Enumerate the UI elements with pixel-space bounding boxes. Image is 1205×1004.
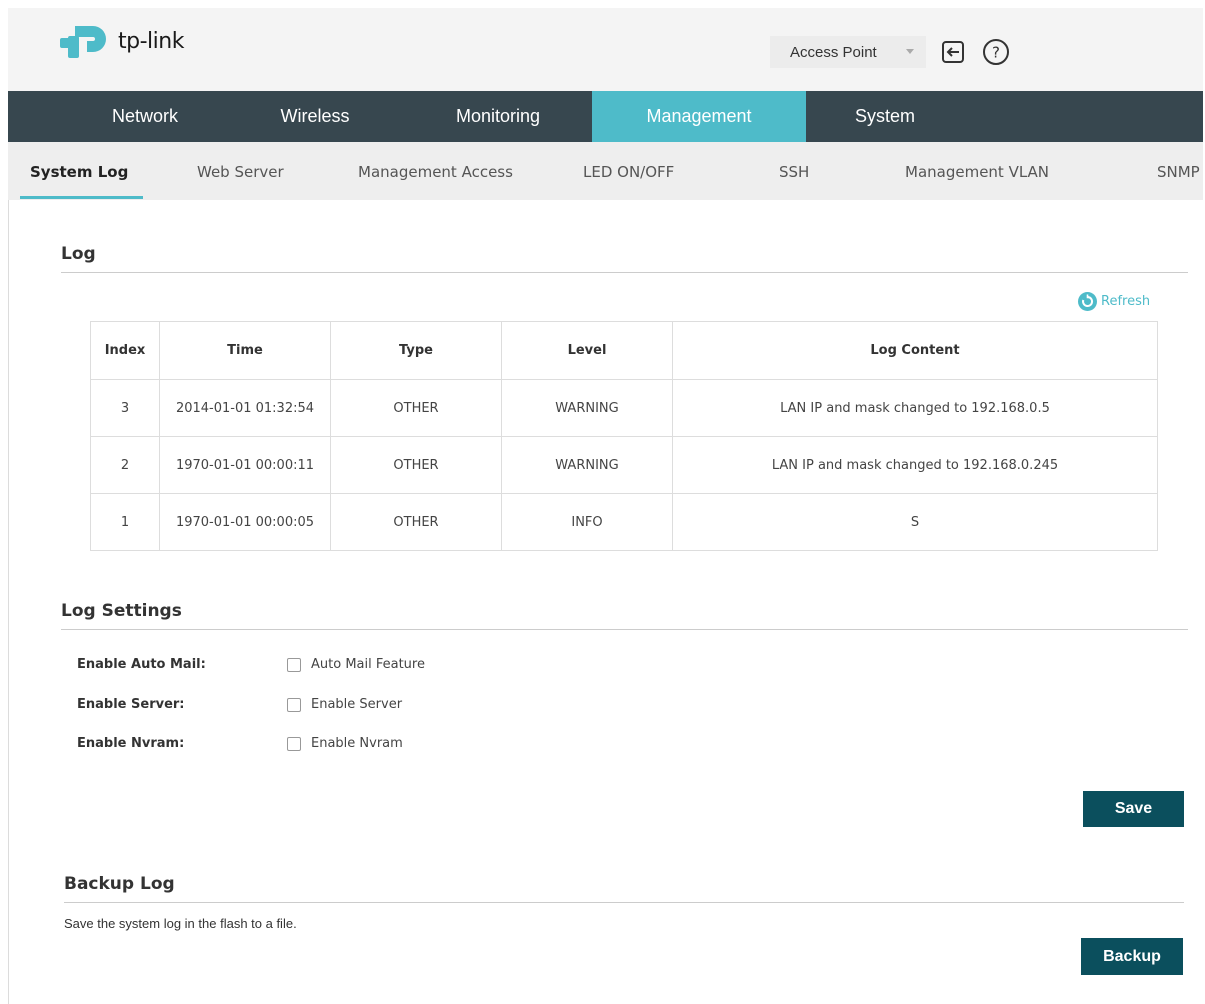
- cell-index: 2: [90, 436, 160, 494]
- enable-nvram-checkbox[interactable]: [287, 737, 301, 751]
- col-type[interactable]: Type: [330, 321, 502, 380]
- help-icon[interactable]: ?: [982, 38, 1010, 66]
- cell-log-content: LAN IP and mask changed to 192.168.0.5: [672, 379, 1158, 437]
- tab-wireless[interactable]: Wireless: [260, 91, 370, 142]
- cell-time: 2014-01-01 01:32:54: [159, 379, 331, 437]
- active-tab-indicator: [20, 196, 143, 199]
- tp-link-logo: tp-link: [60, 22, 184, 60]
- backup-log-divider: [64, 902, 1184, 903]
- col-level[interactable]: Level: [501, 321, 673, 380]
- chevron-down-icon: [906, 49, 914, 54]
- enable-nvram-label: Enable Nvram:: [77, 736, 185, 751]
- table-row: 1 1970-01-01 00:00:05 OTHER INFO S: [90, 493, 1158, 551]
- logout-icon[interactable]: [940, 39, 966, 65]
- refresh-icon: [1078, 292, 1097, 311]
- cell-index: 3: [90, 379, 160, 437]
- auto-mail-label: Enable Auto Mail:: [77, 657, 206, 672]
- col-time[interactable]: Time: [159, 321, 331, 380]
- tp-link-logo-icon: [60, 26, 106, 58]
- table-row: 2 1970-01-01 00:00:11 OTHER WARNING LAN …: [90, 436, 1158, 494]
- enable-server-label: Enable Server:: [77, 697, 185, 712]
- tab-management[interactable]: Management: [592, 91, 806, 142]
- cell-log-content: LAN IP and mask changed to 192.168.0.245: [672, 436, 1158, 494]
- tab-network[interactable]: Network: [90, 91, 200, 142]
- mode-select-value: Access Point: [790, 43, 877, 61]
- log-section-title: Log: [61, 244, 96, 264]
- log-section-divider: [61, 272, 1188, 273]
- refresh-label: Refresh: [1101, 294, 1151, 309]
- refresh-button[interactable]: Refresh: [1078, 292, 1150, 311]
- cell-level: WARNING: [501, 436, 673, 494]
- cell-type: OTHER: [330, 379, 502, 437]
- sub-nav: System Log Web Server Management Access …: [8, 142, 1203, 200]
- tab-monitoring[interactable]: Monitoring: [433, 91, 563, 142]
- cell-type: OTHER: [330, 436, 502, 494]
- backup-description: Save the system log in the flash to a fi…: [64, 916, 297, 931]
- cell-type: OTHER: [330, 493, 502, 551]
- enable-nvram-option[interactable]: Enable Nvram: [311, 736, 403, 751]
- log-settings-divider: [61, 629, 1188, 630]
- cell-log-content: S: [672, 493, 1158, 551]
- subnav-led-onoff[interactable]: LED ON/OFF: [583, 142, 674, 200]
- top-header: tp-link Access Point ?: [8, 8, 1203, 91]
- backup-button[interactable]: Backup: [1081, 938, 1183, 975]
- subnav-management-vlan[interactable]: Management VLAN: [905, 142, 1049, 200]
- log-settings-title: Log Settings: [61, 601, 182, 621]
- logo-text: tp-link: [118, 28, 184, 54]
- table-row: 3 2014-01-01 01:32:54 OTHER WARNING LAN …: [90, 379, 1158, 437]
- cell-level: WARNING: [501, 379, 673, 437]
- cell-time: 1970-01-01 00:00:11: [159, 436, 331, 494]
- col-log-content[interactable]: Log Content: [672, 321, 1158, 380]
- enable-server-checkbox[interactable]: [287, 698, 301, 712]
- backup-log-title: Backup Log: [64, 874, 175, 894]
- tab-system[interactable]: System: [830, 91, 940, 142]
- save-button[interactable]: Save: [1083, 791, 1184, 827]
- log-table: Index Time Type Level Log Content 3 2014…: [90, 321, 1158, 551]
- main-nav: Network Wireless Monitoring Management S…: [8, 91, 1203, 142]
- auto-mail-checkbox[interactable]: [287, 658, 301, 672]
- auto-mail-option[interactable]: Auto Mail Feature: [311, 657, 425, 672]
- mode-select[interactable]: Access Point: [770, 36, 926, 68]
- subnav-system-log[interactable]: System Log: [30, 142, 128, 200]
- table-header-row: Index Time Type Level Log Content: [90, 321, 1158, 380]
- enable-server-option[interactable]: Enable Server: [311, 697, 402, 712]
- subnav-web-server[interactable]: Web Server: [197, 142, 284, 200]
- cell-time: 1970-01-01 00:00:05: [159, 493, 331, 551]
- subnav-management-access[interactable]: Management Access: [358, 142, 513, 200]
- col-index[interactable]: Index: [90, 321, 160, 380]
- subnav-snmp[interactable]: SNMP: [1157, 142, 1200, 200]
- subnav-ssh[interactable]: SSH: [779, 142, 809, 200]
- cell-index: 1: [90, 493, 160, 551]
- cell-level: INFO: [501, 493, 673, 551]
- svg-text:?: ?: [992, 44, 1000, 62]
